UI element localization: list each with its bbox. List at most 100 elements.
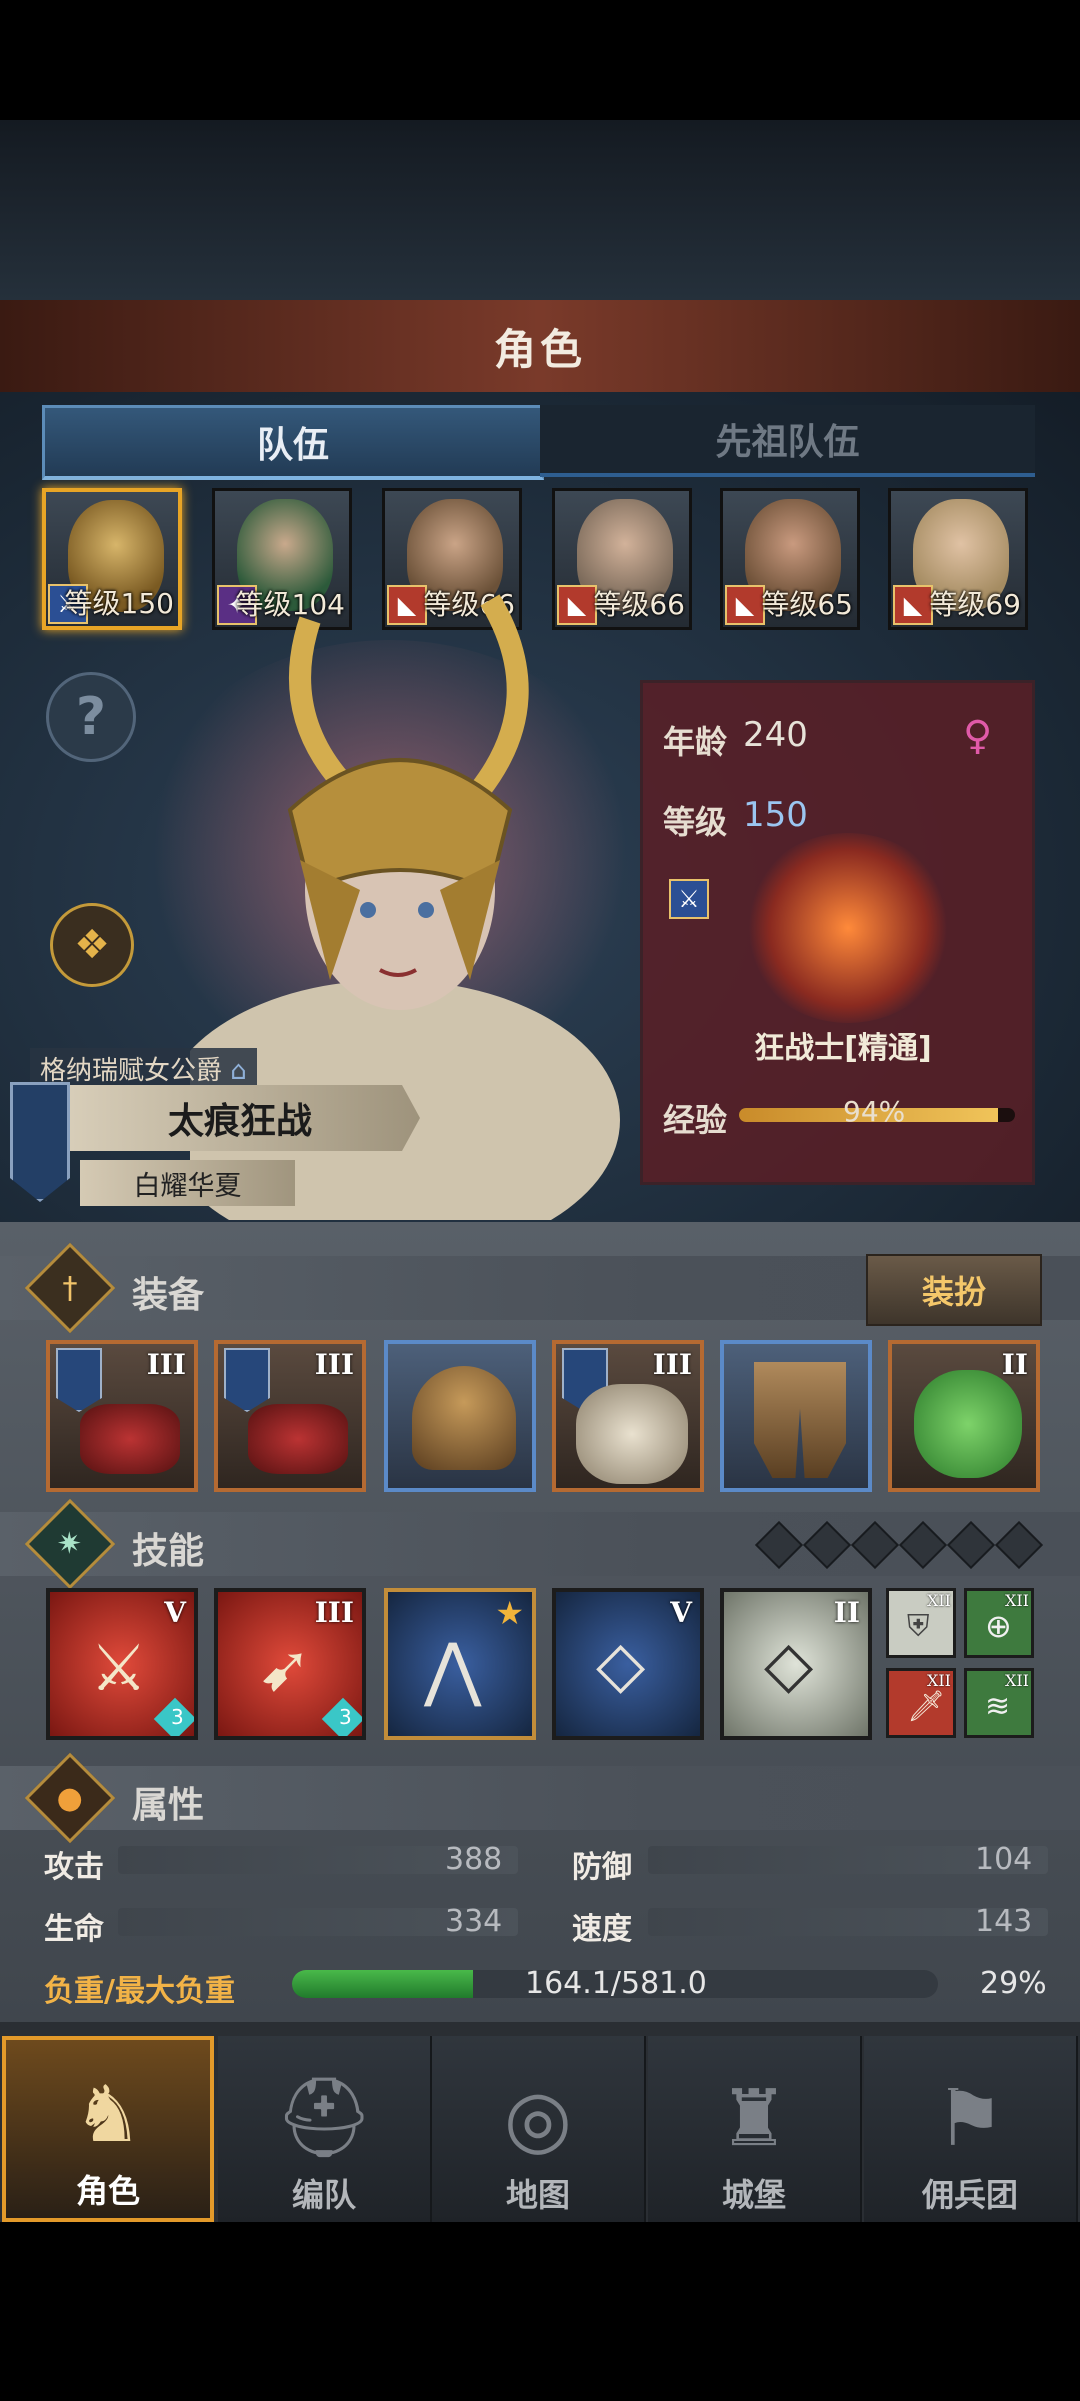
- crystal-strike-icon: ◇: [596, 1628, 646, 1702]
- passive-skill-4[interactable]: XII ≋: [964, 1668, 1034, 1738]
- noble-title-text: 格纳瑞赋女公爵: [40, 1056, 223, 1086]
- speed-label: 速度: [572, 1912, 632, 1947]
- compass-map-icon: ◎: [503, 2074, 573, 2164]
- character-subtitle: 白耀华夏: [80, 1160, 295, 1206]
- target-icon: ⊕: [985, 1607, 1012, 1645]
- mercenary-banner-icon: ⚑: [935, 2074, 1005, 2164]
- level-value: 150: [743, 795, 808, 835]
- nav-character[interactable]: ♞ 角色: [2, 2036, 214, 2222]
- load-value: 164.1/581.0: [525, 1966, 707, 2001]
- crystal-guard-icon: ◇: [764, 1628, 814, 1702]
- age-label: 年龄: [663, 723, 728, 761]
- load-bar-fill: [292, 1970, 473, 1998]
- jade-charm-icon: [914, 1370, 1022, 1478]
- character-name-plate[interactable]: 太痕狂战: [60, 1085, 420, 1151]
- shield-plus-icon: ⛨: [907, 1609, 930, 1644]
- help-button[interactable]: ?: [46, 672, 136, 762]
- equip-slot-weapon-1[interactable]: III: [46, 1340, 198, 1492]
- passive-skill-2[interactable]: XII ⊕: [964, 1588, 1034, 1658]
- tier-label: V: [164, 1596, 186, 1629]
- tab-team[interactable]: 队伍: [42, 405, 544, 480]
- header-bar: 角色: [0, 300, 1080, 395]
- attributes-title: 属性: [132, 1785, 205, 1826]
- helmet-icon: [412, 1366, 516, 1470]
- claw-icon: ⋀: [424, 1628, 482, 1710]
- equip-slot-weapon-2[interactable]: III: [214, 1340, 366, 1492]
- age-value: 240: [743, 715, 808, 755]
- member-level: 等级69: [929, 588, 1021, 621]
- skill-badge-text: 3: [170, 1704, 184, 1729]
- equip-slot-helmet[interactable]: [384, 1340, 536, 1492]
- tier-label: II: [833, 1596, 860, 1629]
- nav-label: 地图: [505, 2176, 570, 2214]
- status-bar-area: [0, 0, 1080, 120]
- stats-card: 年龄 240 ♀ 等级 150 ⚔ 狂战士[精通] 经验 94%: [640, 680, 1035, 1185]
- tier-label: III: [314, 1348, 354, 1381]
- skills-title: 技能: [132, 1531, 205, 1572]
- character-name: 太痕狂战: [167, 1101, 312, 1142]
- skill-badge-text: 3: [338, 1704, 352, 1729]
- blade-icon: 🗡: [907, 1689, 946, 1724]
- tier-label: XII: [926, 1671, 951, 1690]
- defense-value: 104: [975, 1842, 1033, 1877]
- dress-up-button[interactable]: 装扮: [866, 1254, 1042, 1326]
- attack-value: 388: [445, 1842, 503, 1877]
- equip-slot-charm[interactable]: II: [888, 1340, 1040, 1492]
- tier-label: XII: [1004, 1671, 1029, 1690]
- skill-badge: 3: [153, 1697, 194, 1736]
- load-percent: 29%: [980, 1966, 1047, 2001]
- helmet-formation-icon: ⛑: [274, 2073, 374, 2163]
- tier-label: V: [670, 1596, 692, 1629]
- female-icon: ♀: [963, 713, 993, 759]
- berserker-class-art[interactable]: [743, 833, 953, 1023]
- exp-label: 经验: [663, 1101, 728, 1139]
- boots-icon: [754, 1362, 846, 1478]
- cleave-icon: ⚔: [90, 1632, 148, 1706]
- class-name: 狂战士[精通]: [754, 1031, 932, 1066]
- equipment-title: 装备: [132, 1275, 205, 1316]
- tab-ancestor-team[interactable]: 先祖队伍: [540, 405, 1035, 477]
- charge-icon: ➹: [258, 1632, 312, 1706]
- nav-label: 佣兵团: [921, 2176, 1018, 2214]
- skill-slot-4[interactable]: V ◇: [552, 1588, 704, 1740]
- member-level: 等级65: [761, 588, 853, 621]
- member-level: 等级150: [64, 587, 174, 620]
- speed-value: 143: [975, 1904, 1033, 1939]
- axe-icon: [248, 1404, 348, 1474]
- knight-icon: ♞: [73, 2070, 143, 2160]
- crown-icon: ⌂: [230, 1056, 247, 1086]
- faction-banner-icon: [10, 1082, 70, 1202]
- tier-label: XII: [926, 1591, 951, 1610]
- attack-label: 攻击: [44, 1850, 104, 1885]
- skill-slot-1[interactable]: V ⚔ 3: [46, 1588, 198, 1740]
- hp-value: 334: [445, 1904, 503, 1939]
- skill-slot-2[interactable]: III ➹ 3: [214, 1588, 366, 1740]
- page-title: 角色: [493, 324, 586, 374]
- team-member-1[interactable]: ⚔ 等级150: [42, 488, 182, 630]
- hp-label: 生命: [44, 1912, 104, 1947]
- passive-skill-1[interactable]: XII ⛨: [886, 1588, 956, 1658]
- faction-banner-icon: [56, 1348, 102, 1412]
- tier-label: III: [146, 1348, 186, 1381]
- inventory-bag-button[interactable]: ❖: [50, 903, 134, 987]
- skill-slot-3[interactable]: ★ ⋀: [384, 1588, 536, 1740]
- equip-slot-boots[interactable]: [720, 1340, 872, 1492]
- exp-percent: 94%: [843, 1095, 906, 1128]
- wolf-icon: ◣: [893, 585, 933, 625]
- nav-map[interactable]: ◎ 地图: [432, 2036, 646, 2222]
- tier-label: III: [314, 1596, 354, 1629]
- nav-castle[interactable]: ♜ 城堡: [648, 2036, 862, 2222]
- skill-slot-5[interactable]: II ◇: [720, 1588, 872, 1740]
- passive-skill-3[interactable]: XII 🗡: [886, 1668, 956, 1738]
- castle-icon: ♜: [719, 2074, 789, 2164]
- fur-armor-icon: [576, 1384, 688, 1484]
- equip-slot-armor[interactable]: III: [552, 1340, 704, 1492]
- nav-formation[interactable]: ⛑ 编队: [218, 2036, 432, 2222]
- nav-mercenary[interactable]: ⚑ 佣兵团: [864, 2036, 1078, 2222]
- tier-label: II: [1001, 1348, 1028, 1381]
- load-label: 负重/最大负重: [44, 1974, 235, 2009]
- team-member-5[interactable]: ◣ 等级65: [720, 488, 860, 630]
- nav-label: 编队: [291, 2176, 356, 2214]
- bag-icon: ❖: [74, 922, 110, 968]
- team-member-6[interactable]: ◣ 等级69: [888, 488, 1028, 630]
